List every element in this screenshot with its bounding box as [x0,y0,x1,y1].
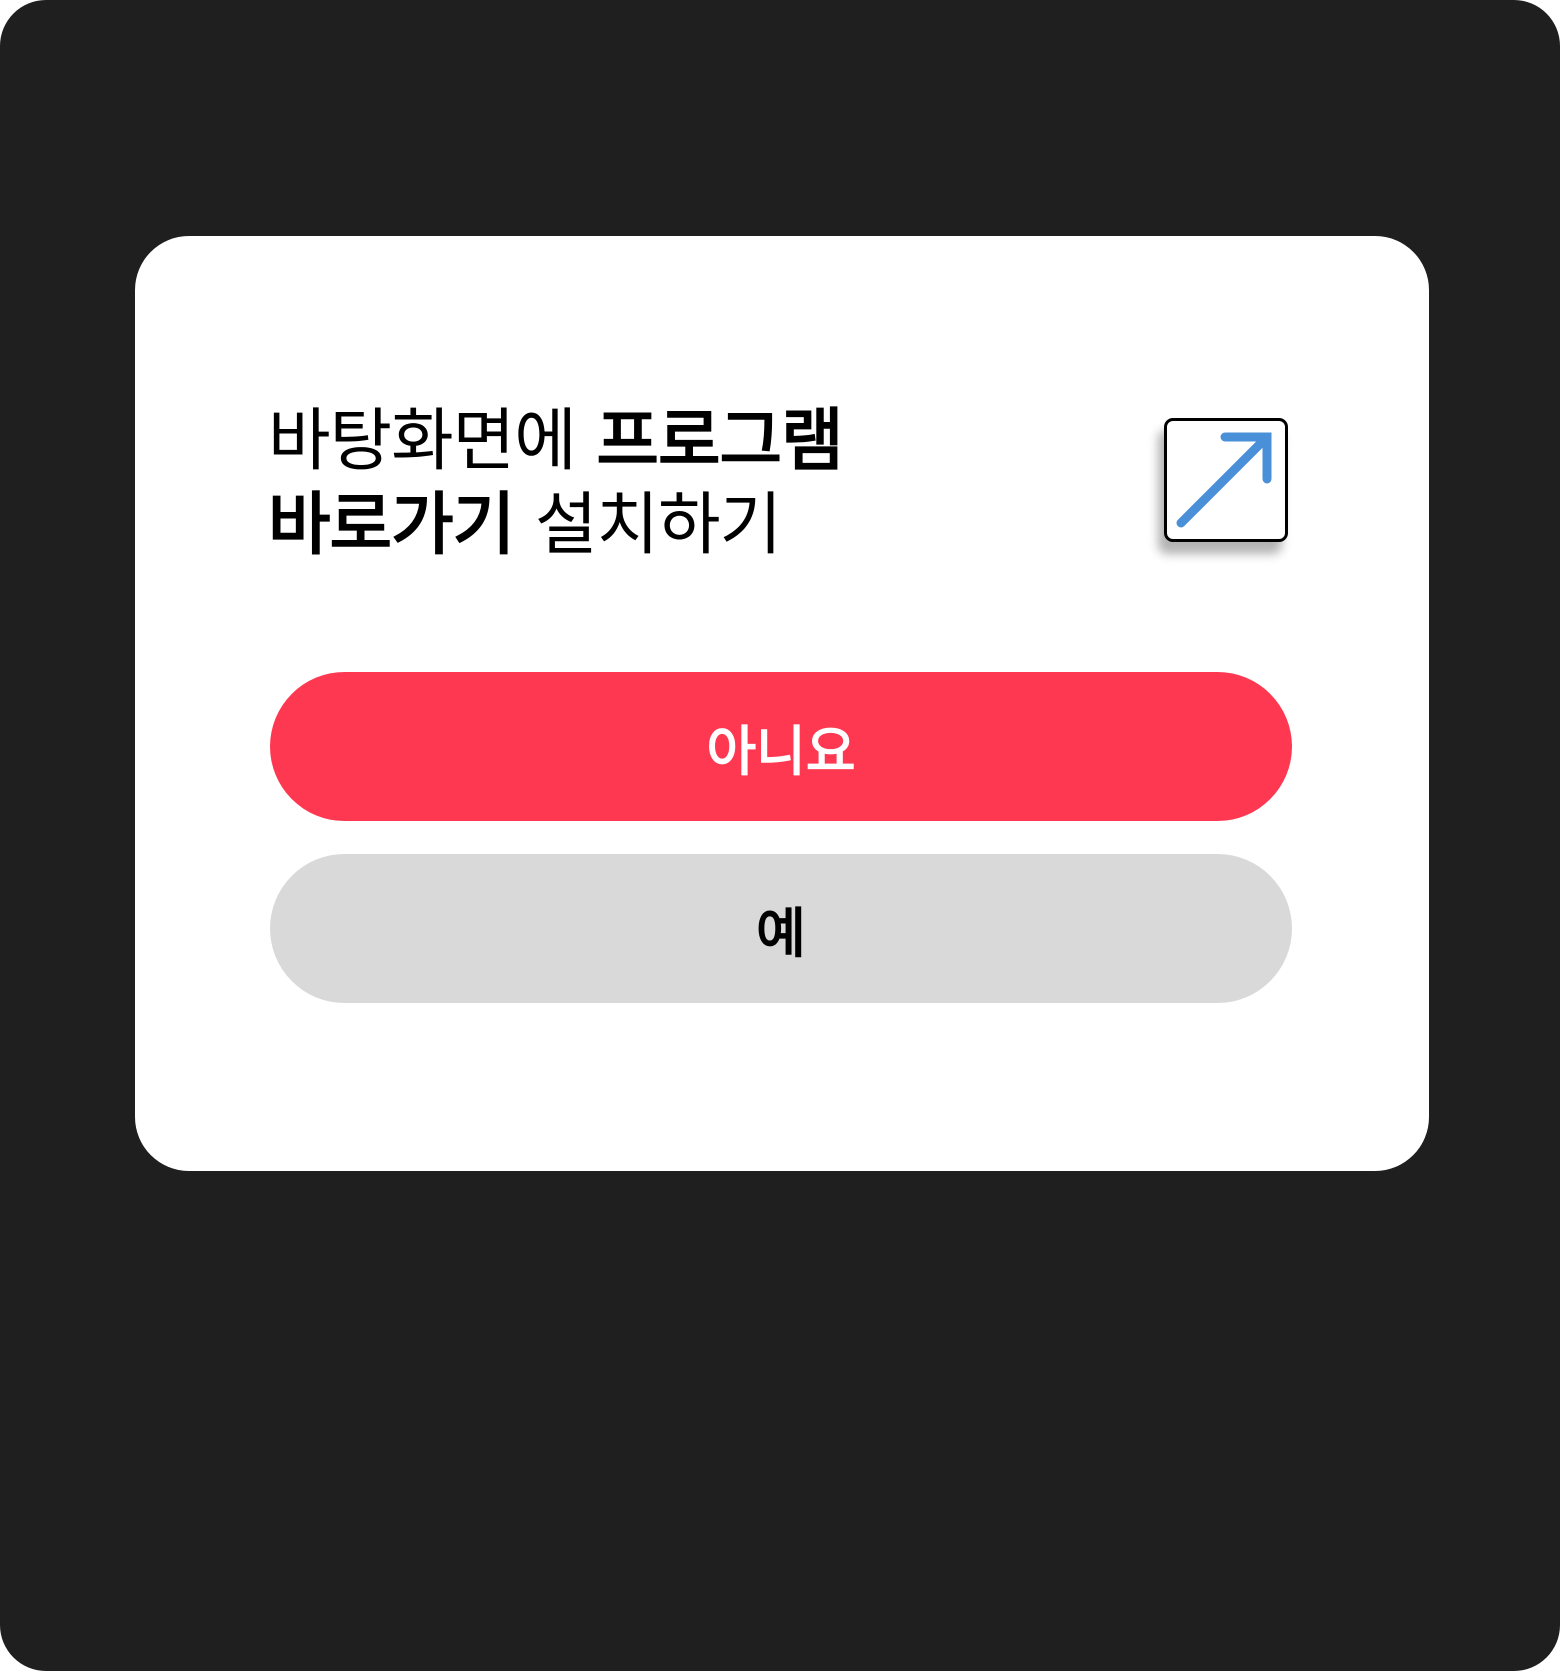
arrow-up-right-icon [1176,432,1272,528]
yes-button-label: 예 [756,902,806,965]
app-background: 바탕화면에 프로그램 바로가기 설치하기 아니요 예 [0,0,1560,1671]
title-text-program: 프로그램 [596,402,843,481]
title-line-1: 바탕화면에 프로그램 [268,400,1128,484]
no-button-label: 아니요 [706,720,856,783]
title-line-2: 바로가기 설치하기 [268,484,1128,568]
title-text-desktop: 바탕화면에 [268,402,597,481]
yes-button[interactable]: 예 [270,854,1292,1003]
no-button[interactable]: 아니요 [270,672,1292,821]
title-text-shortcut: 바로가기 [268,486,515,565]
dialog-title: 바탕화면에 프로그램 바로가기 설치하기 [268,400,1128,568]
title-text-install: 설치하기 [514,486,782,565]
shortcut-install-dialog: 바탕화면에 프로그램 바로가기 설치하기 아니요 예 [135,236,1429,1171]
shortcut-arrow-icon [1164,418,1288,542]
